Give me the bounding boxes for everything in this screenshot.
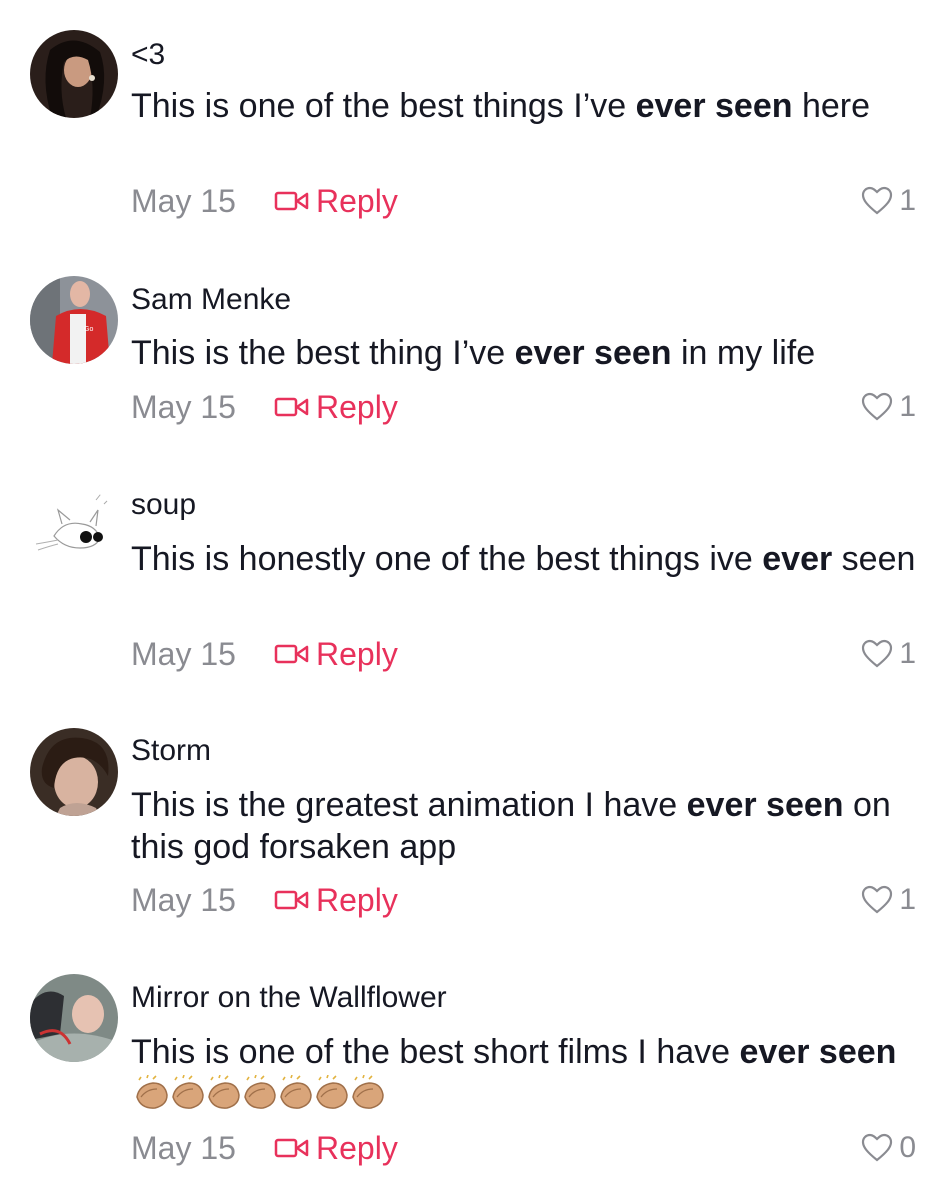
- comment-meta: May 15 Reply 1: [131, 181, 916, 221]
- like-button[interactable]: 1: [861, 387, 916, 427]
- clapping-hands-icon: [208, 1075, 240, 1109]
- avatar[interactable]: [30, 30, 118, 118]
- video-reply-button[interactable]: Reply: [274, 880, 398, 920]
- avatar-photo-icon: Go: [30, 276, 118, 364]
- heart-icon: [862, 1133, 893, 1162]
- avatar[interactable]: Go: [30, 276, 118, 364]
- avatar-photo-icon: [30, 974, 118, 1062]
- clapping-hands-icon: [136, 1075, 168, 1109]
- comment-date: May 15: [131, 183, 236, 219]
- comment-meta: May 15 Reply 1: [131, 880, 916, 920]
- like-button[interactable]: 1: [861, 880, 916, 920]
- username[interactable]: Storm: [131, 734, 211, 768]
- clapping-hands-icon: [352, 1075, 384, 1109]
- reply-label: Reply: [316, 389, 398, 425]
- comment-date: May 15: [131, 636, 236, 672]
- like-button[interactable]: 1: [861, 181, 916, 221]
- comment-meta: May 15 Reply 1: [131, 634, 916, 674]
- video-reply-button[interactable]: Reply: [274, 181, 398, 221]
- video-camera-icon: [274, 890, 309, 910]
- like-count: 1: [899, 390, 916, 423]
- video-camera-icon: [274, 191, 309, 211]
- like-button[interactable]: 1: [861, 634, 916, 674]
- comment-text: This is one of the best things I’ve ever…: [131, 87, 871, 125]
- cat-sketch-avatar-icon: [30, 486, 118, 574]
- clapping-hands-icon: [172, 1075, 204, 1109]
- svg-text:Go: Go: [84, 326, 93, 333]
- avatar-photo-icon: [30, 728, 118, 816]
- reply-label: Reply: [316, 882, 398, 918]
- username[interactable]: Sam Menke: [131, 283, 291, 317]
- username[interactable]: soup: [131, 488, 196, 522]
- comment-text: This is the greatest animation I have ev…: [131, 786, 891, 866]
- video-reply-button[interactable]: Reply: [274, 634, 398, 674]
- comment-date: May 15: [131, 1130, 236, 1166]
- reply-label: Reply: [316, 183, 398, 219]
- heart-icon: [862, 639, 893, 668]
- avatar[interactable]: [30, 974, 118, 1062]
- comment-date: May 15: [131, 882, 236, 918]
- heart-icon: [862, 885, 893, 914]
- video-reply-button[interactable]: Reply: [274, 387, 398, 427]
- comment-meta: May 15 Reply 0: [131, 1128, 916, 1168]
- avatar-photo-icon: [30, 30, 118, 118]
- comment-meta: May 15 Reply 1: [131, 387, 916, 427]
- reply-label: Reply: [316, 1130, 398, 1166]
- comment-date: May 15: [131, 389, 236, 425]
- heart-icon: [862, 186, 893, 215]
- like-button[interactable]: 0: [861, 1128, 916, 1168]
- avatar[interactable]: [30, 486, 118, 574]
- video-camera-icon: [274, 397, 309, 417]
- like-count: 0: [899, 1131, 916, 1164]
- comment-text: This is one of the best short films I ha…: [131, 1031, 921, 1117]
- like-count: 1: [899, 637, 916, 670]
- clapping-hands-emoji: [131, 1075, 384, 1117]
- clapping-hands-icon: [244, 1075, 276, 1109]
- reply-label: Reply: [316, 636, 398, 672]
- username[interactable]: <3: [131, 38, 165, 72]
- comment-text: This is the best thing I’ve ever seen in…: [131, 334, 816, 372]
- video-reply-button[interactable]: Reply: [274, 1128, 398, 1168]
- like-count: 1: [899, 883, 916, 916]
- video-camera-icon: [274, 1138, 309, 1158]
- avatar[interactable]: [30, 728, 118, 816]
- like-count: 1: [899, 184, 916, 217]
- clapping-hands-icon: [280, 1075, 312, 1109]
- comment-text: This is honestly one of the best things …: [131, 540, 916, 578]
- heart-icon: [862, 392, 893, 421]
- video-camera-icon: [274, 644, 309, 664]
- clapping-hands-icon: [316, 1075, 348, 1109]
- username[interactable]: Mirror on the Wallflower: [131, 981, 447, 1015]
